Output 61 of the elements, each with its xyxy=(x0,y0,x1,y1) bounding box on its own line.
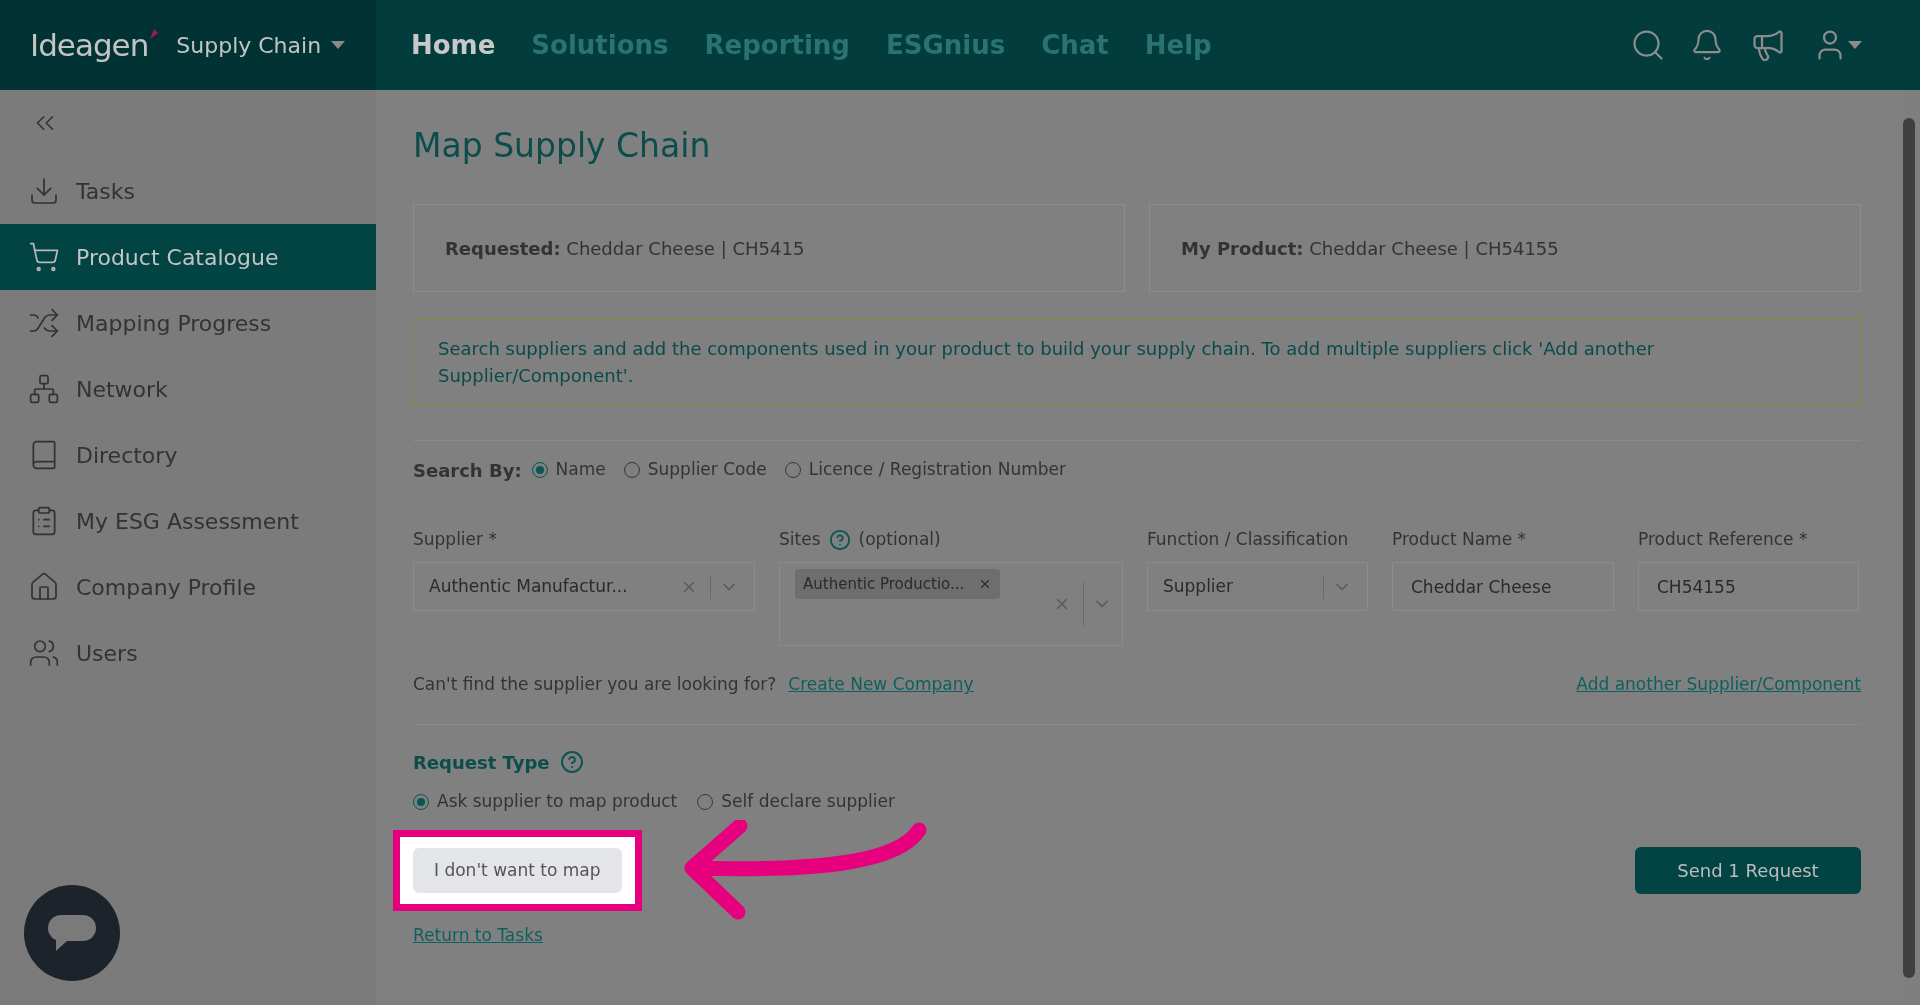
text-field[interactable]: Cheddar Cheese xyxy=(1392,562,1614,611)
sidebar-item[interactable]: Directory xyxy=(0,422,376,488)
select-field[interactable]: Authentic Manufactur... xyxy=(413,562,755,611)
radio-button[interactable] xyxy=(784,462,801,478)
send-request-button[interactable]: Send 1 Request xyxy=(1635,847,1861,894)
select-value: Supplier xyxy=(1163,574,1235,598)
tag-label: Authentic Productio... xyxy=(803,573,965,595)
hint-text: Can't find the supplier you are looking for? xyxy=(413,673,777,697)
speech-bubble-icon xyxy=(48,913,96,953)
search-icon[interactable] xyxy=(1630,27,1666,63)
select-value: Authentic Manufactur... xyxy=(429,574,629,598)
add-supplier-link[interactable]: Add another Supplier/Component xyxy=(1576,672,1861,698)
radio-button[interactable] xyxy=(531,462,548,478)
product-name[interactable]: Supply Chain xyxy=(176,28,322,62)
create-company-link[interactable]: Create New Company xyxy=(788,672,974,698)
users-icon xyxy=(28,637,60,669)
sidebar-item[interactable]: Network xyxy=(0,356,376,422)
info-text: Search suppliers and add the components used in your product to build your supply chain. To add multiple suppliers click 'Add another Supplier/Component'. xyxy=(438,337,1656,388)
search-by-label: Search By: xyxy=(413,458,522,483)
radio-label[interactable]: Ask supplier to map product xyxy=(437,789,678,815)
select-field[interactable]: Supplier xyxy=(1147,562,1368,611)
radio-label[interactable]: Licence / Registration Number xyxy=(808,457,1067,483)
sidebar-item[interactable]: Users xyxy=(0,620,376,686)
radio-button[interactable] xyxy=(697,794,714,810)
sidebar-item[interactable]: Product Catalogue xyxy=(0,224,376,290)
crossed-arrows-icon xyxy=(28,307,60,339)
summary-text: Requested: Cheddar Cheese | CH5415 xyxy=(445,236,805,261)
radio-label[interactable]: Supplier Code xyxy=(647,457,767,483)
help-icon[interactable] xyxy=(828,529,851,551)
sidebar-item[interactable]: My ESG Assessment xyxy=(0,488,376,554)
field-label: Product Reference * xyxy=(1638,528,1808,552)
caret-icon[interactable] xyxy=(331,41,346,49)
bell-icon[interactable] xyxy=(1690,28,1724,62)
sidebar-item[interactable]: Company Profile xyxy=(0,554,376,620)
sidebar-item[interactable]: Tasks xyxy=(0,158,376,224)
radio-label[interactable]: Name xyxy=(555,457,606,483)
radio-label[interactable]: Self declare supplier xyxy=(721,789,895,815)
radio-button[interactable] xyxy=(413,794,429,810)
field-label: Sites xyxy=(779,528,821,552)
cart-icon xyxy=(28,241,60,273)
field-hint: (optional) xyxy=(858,528,941,552)
field-label: Supplier * xyxy=(413,528,497,552)
nav-link[interactable]: Home xyxy=(411,25,496,65)
logo[interactable]: Ideagen xyxy=(30,21,149,69)
section-title: Request Type xyxy=(413,750,550,775)
multi-select-field[interactable]: Authentic Productio... xyxy=(779,562,1123,646)
sidebar-item[interactable]: Mapping Progress xyxy=(0,290,376,356)
field-label: Function / Classification xyxy=(1147,528,1349,552)
network-icon xyxy=(28,373,60,405)
radio-button[interactable] xyxy=(623,462,640,478)
text-field[interactable]: CH54155 xyxy=(1638,562,1859,611)
page-title: Map Supply Chain xyxy=(413,125,712,168)
return-link[interactable]: Return to Tasks xyxy=(413,923,543,949)
help-icon[interactable] xyxy=(559,750,584,774)
skip-mapping-button[interactable]: I don't want to map xyxy=(413,848,622,893)
house-icon xyxy=(28,571,60,603)
field-label: Product Name * xyxy=(1392,528,1526,552)
caret-icon[interactable] xyxy=(1848,41,1862,49)
summary-text: My Product: Cheddar Cheese | CH54155 xyxy=(1181,236,1559,261)
logo-mark-icon xyxy=(148,27,161,41)
download-icon xyxy=(28,175,60,207)
